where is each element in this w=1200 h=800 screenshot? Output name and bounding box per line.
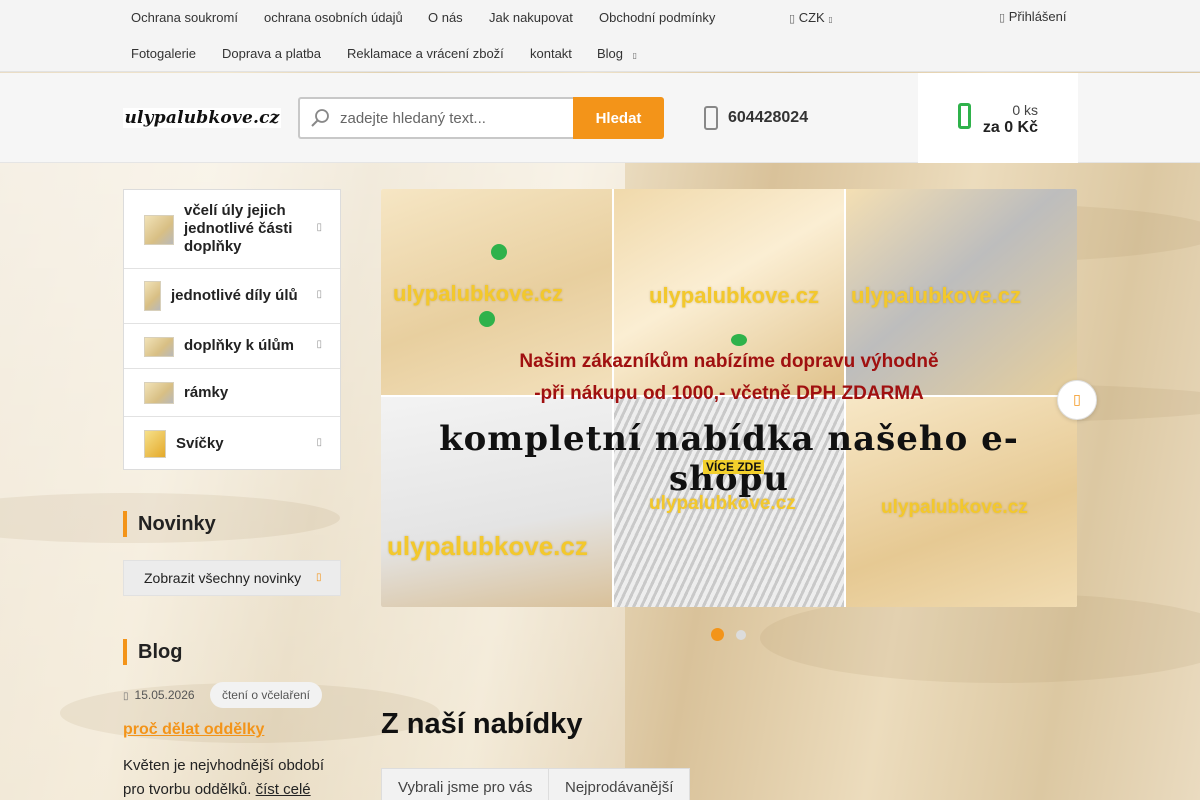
category-item-accessories[interactable]: doplňky k úlům ▯ [124,324,340,369]
blog-post-link[interactable]: proč dělat oddělky [123,721,264,739]
category-item-hives[interactable]: včelí úly jejich jednotlivé části doplňk… [124,190,340,269]
blog-excerpt: Květen je nejvhodnější období pro tvorbu… [123,754,338,800]
slide-watermark: ulypalubkove.cz [649,283,819,308]
category-thumbnail [144,430,166,458]
magnifier-icon [311,109,329,127]
category-label: jednotlivé díly úlů [171,287,298,304]
blog-tag[interactable]: čtení o včelaření [210,682,322,708]
calendar-icon: ▯ [123,691,129,702]
news-heading: Novinky [123,511,216,537]
category-thumbnail [144,382,174,404]
nav-link-personal-data[interactable]: ochrana osobních údajů [264,10,403,25]
nav-blog-label: Blog [597,46,624,61]
site-logo[interactable]: ulypalubkove.cz [123,108,281,128]
slide-watermark: ulypalubkove.cz [881,497,1028,518]
category-thumbnail [144,215,174,245]
nav-link-terms[interactable]: Obchodní podmínky [599,10,715,25]
cart-widget[interactable]: 0 ks za 0 Kč [918,73,1078,163]
globe-icon: ▯ [789,12,796,25]
slide-detail [479,311,495,327]
nav-link-returns[interactable]: Reklamace a vrácení zboží [347,46,504,61]
cart-icon [958,103,971,129]
nav-link-gallery[interactable]: Fotogalerie [131,46,196,61]
chevron-right-icon: ▯ [316,572,322,583]
slide-watermark: ulypalubkove.cz [851,283,1021,308]
chevron-down-icon: ▯ [632,51,638,60]
chevron-right-icon: ▯ [316,339,322,350]
show-all-news-button[interactable]: Zobrazit všechny novinky ▯ [123,560,341,596]
category-item-candles[interactable]: Svíčky ▯ [124,417,340,470]
slider-dot-2[interactable] [736,630,746,640]
currency-selector[interactable]: ▯ CZK ▯ [789,10,833,25]
chevron-right-icon: ▯ [316,289,322,300]
category-menu: včelí úly jejich jednotlivé části doplňk… [123,189,341,470]
search-button[interactable]: Hledat [573,97,664,139]
nav-link-how-to-buy[interactable]: Jak nakupovat [489,10,573,25]
slide-watermark: ulypalubkove.cz [387,531,588,561]
show-all-news-label: Zobrazit všechny novinky [144,570,302,586]
slide-detail [491,244,507,260]
category-label: Svíčky [176,435,224,452]
tab-bestsellers[interactable]: Nejprodávanější [548,768,691,800]
slide-detail [731,334,747,346]
slider-next-button[interactable]: ▯ [1057,380,1097,420]
slide-promo-line-1: Našim zákazníkům nabízíme dopravu výhodn… [519,351,939,372]
slide-promo-line-2: -při nákupu od 1000,- včetně DPH ZDARMA [534,383,924,404]
cart-quantity: 0 ks [1012,102,1038,118]
nav-link-about[interactable]: O nás [428,10,463,25]
nav-link-shipping[interactable]: Doprava a platba [222,46,321,61]
phone-number[interactable]: 604428024 [728,109,808,127]
offer-heading: Z naší nabídky [381,708,583,740]
chevron-right-icon: ▯ [316,222,322,233]
search-box [298,97,574,139]
user-icon: ▯ [999,11,1006,24]
hero-slider[interactable]: ulypalubkove.cz ulypalubkove.cz ulypalub… [381,189,1077,607]
category-thumbnail [144,281,161,311]
login-label: Přihlášení [1008,9,1067,24]
read-more-link[interactable]: číst celé [256,781,311,798]
nav-link-privacy[interactable]: Ochrana soukromí [131,10,238,25]
category-label: doplňky k úlům [184,337,295,354]
chevron-right-icon: ▯ [316,437,322,448]
nav-link-contact[interactable]: kontakt [530,46,572,61]
category-label: rámky [184,384,229,401]
top-navigation: Ochrana soukromí ochrana osobních údajů … [0,0,1200,72]
slide-headline: kompletní nabídka našeho e-shopu [439,419,1019,499]
currency-value: CZK [798,10,825,25]
slide-watermark: ulypalubkove.cz [393,281,563,306]
category-thumbnail [144,337,174,357]
phone-icon [704,106,718,130]
slider-dot-1[interactable] [711,628,724,641]
category-label: včelí úly jejich jednotlivé části doplňk… [184,202,293,255]
login-link[interactable]: ▯ Přihlášení [999,9,1067,24]
category-item-hive-parts[interactable]: jednotlivé díly úlů ▯ [124,269,340,324]
blog-date: ▯ 15.05.2026 [123,688,195,702]
nav-link-blog[interactable]: Blog ▯ [597,46,637,61]
search-input[interactable] [340,99,570,137]
slide-more-label[interactable]: VÍCE ZDE [703,460,765,474]
blog-date-value: 15.05.2026 [134,688,195,702]
blog-heading: Blog [123,639,182,665]
cart-total: za 0 Kč [982,119,1038,136]
chevron-down-icon: ▯ [828,15,833,24]
tab-recommended[interactable]: Vybrali jsme pro vás [381,768,550,800]
category-item-frames[interactable]: rámky [124,369,340,417]
